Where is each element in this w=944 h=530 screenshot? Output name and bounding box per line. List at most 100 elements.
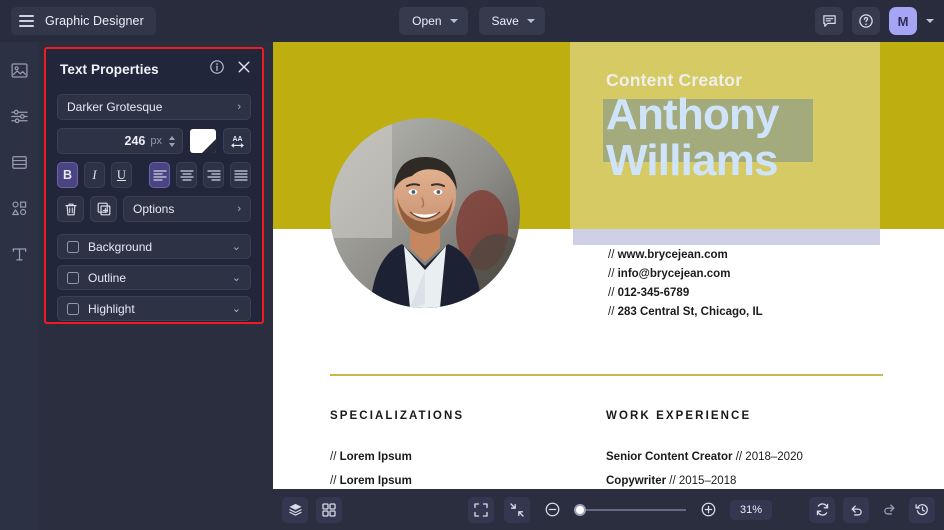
work-experience-column: WORK EXPERIENCE Senior Content Creator /… — [606, 410, 882, 489]
background-checkbox[interactable] — [67, 240, 79, 253]
zoom-slider-track — [574, 508, 686, 511]
specialization-item[interactable]: // Lorem Ipsum — [330, 475, 606, 487]
info-circle-icon — [210, 60, 224, 74]
chevron-down-icon[interactable]: ⌄ — [232, 271, 241, 284]
font-size-stepper[interactable] — [169, 135, 175, 147]
align-left-icon — [152, 170, 167, 181]
open-button[interactable]: Open — [399, 7, 468, 35]
name-text[interactable]: Anthony Williams — [606, 90, 780, 184]
slash-prefix: // — [330, 451, 340, 463]
sidebar-item-text[interactable] — [7, 242, 31, 266]
highlight-checkbox[interactable] — [67, 302, 79, 315]
work-experience-item[interactable]: Copywriter // 2015–2018 — [606, 475, 882, 487]
text-properties-panel: Text Properties Darker Grotesque › 246 p… — [44, 47, 264, 324]
layers-button[interactable] — [282, 496, 308, 523]
role-text[interactable]: Content Creator — [606, 70, 742, 91]
slash-prefix: // — [608, 306, 618, 318]
background-toggle-row[interactable]: Background ⌄ — [57, 234, 251, 259]
fit-screen-button[interactable] — [468, 496, 494, 523]
outline-checkbox[interactable] — [67, 271, 79, 284]
top-right-actions: M — [815, 7, 934, 35]
font-size-value: 246 — [124, 134, 146, 148]
work-experience-item[interactable]: Senior Content Creator // 2018–2020 — [606, 451, 882, 463]
align-justify-button[interactable] — [230, 162, 251, 188]
font-family-row: Darker Grotesque › — [57, 94, 251, 120]
collapse-button[interactable] — [504, 496, 530, 523]
layers-icon — [288, 503, 302, 516]
options-button[interactable]: Options › — [123, 196, 251, 222]
slash-prefix: // — [608, 249, 618, 261]
zoom-in-icon — [701, 502, 715, 517]
delete-button[interactable] — [57, 196, 84, 222]
zoom-out-button[interactable] — [540, 498, 564, 522]
refresh-button[interactable] — [809, 496, 835, 523]
zoom-slider-knob[interactable] — [574, 503, 586, 516]
contact-value: 012-345-6789 — [617, 287, 690, 299]
job-title: Senior Content Creator — [606, 451, 733, 463]
redo-button[interactable] — [877, 497, 901, 521]
avatar[interactable]: M — [889, 7, 917, 35]
duplicate-button[interactable] — [90, 196, 117, 222]
outline-toggle-row[interactable]: Outline ⌄ — [57, 265, 251, 290]
underline-button[interactable]: U — [110, 162, 132, 188]
design-page[interactable]: Content Creator Anthony Williams // www.… — [273, 42, 944, 489]
comment-button[interactable] — [815, 7, 843, 35]
collapse-icon — [510, 502, 524, 517]
chevron-right-icon: › — [237, 101, 241, 113]
sidebar-item-elements[interactable] — [7, 196, 31, 220]
help-circle-icon — [859, 14, 873, 28]
profile-photo[interactable] — [330, 118, 520, 308]
contact-item[interactable]: // info@brycejean.com — [608, 268, 763, 280]
undo-button[interactable] — [843, 496, 869, 523]
specialization-item[interactable]: // Lorem Ipsum — [330, 451, 606, 463]
duplicate-icon — [97, 202, 110, 216]
sidebar-item-adjustments[interactable] — [7, 104, 31, 128]
divider-rule — [330, 374, 883, 376]
slash-prefix: // — [330, 475, 340, 487]
zoom-level[interactable]: 31% — [730, 499, 772, 520]
align-left-button[interactable] — [149, 162, 171, 188]
slash-prefix: // — [608, 287, 618, 299]
trash-icon — [64, 203, 77, 215]
canvas-area[interactable]: Content Creator Anthony Williams // www.… — [273, 42, 944, 489]
underline-label: U — [116, 167, 126, 182]
zoom-in-button[interactable] — [696, 498, 720, 522]
chevron-right-icon: › — [237, 203, 241, 215]
left-icon-rail — [0, 42, 38, 530]
sidebar-item-images[interactable] — [7, 58, 31, 82]
name-line-1: Anthony — [606, 90, 780, 139]
align-center-button[interactable] — [176, 162, 198, 188]
history-button[interactable] — [909, 496, 935, 523]
chevron-down-icon[interactable]: ⌄ — [232, 302, 241, 315]
text-color-swatch[interactable] — [190, 129, 216, 153]
contact-item[interactable]: // 012-345-6789 — [608, 287, 763, 299]
zoom-controls: 31% — [468, 496, 772, 523]
info-button[interactable] — [209, 59, 225, 80]
zoom-slider[interactable] — [574, 503, 686, 517]
highlight-toggle-row[interactable]: Highlight ⌄ — [57, 296, 251, 321]
font-family-select[interactable]: Darker Grotesque › — [57, 94, 251, 120]
help-button[interactable] — [852, 7, 880, 35]
contact-item[interactable]: // www.brycejean.com — [608, 249, 763, 261]
panel-header: Text Properties — [57, 59, 251, 80]
close-icon — [238, 61, 250, 73]
grid-icon — [322, 502, 336, 517]
align-justify-icon — [233, 170, 248, 181]
lavender-band — [573, 229, 880, 245]
bold-label: B — [62, 168, 72, 182]
avatar-chevron-down-icon[interactable] — [926, 19, 934, 23]
contact-item[interactable]: // 283 Central St, Chicago, IL — [608, 306, 763, 318]
italic-button[interactable]: I — [83, 162, 105, 188]
contact-list: // www.brycejean.com // info@brycejean.c… — [608, 249, 763, 318]
sidebar-item-layouts[interactable] — [7, 150, 31, 174]
font-family-value: Darker Grotesque — [67, 100, 163, 114]
font-size-input[interactable]: 246 px — [57, 128, 183, 154]
close-button[interactable] — [237, 60, 251, 79]
save-button[interactable]: Save — [478, 7, 545, 35]
top-center-actions: Open Save — [0, 7, 944, 35]
letter-spacing-button[interactable]: AA — [223, 128, 251, 154]
chevron-down-icon[interactable]: ⌄ — [232, 240, 241, 253]
grid-button[interactable] — [316, 496, 342, 523]
bold-button[interactable]: B — [57, 162, 78, 188]
align-right-button[interactable] — [203, 162, 225, 188]
